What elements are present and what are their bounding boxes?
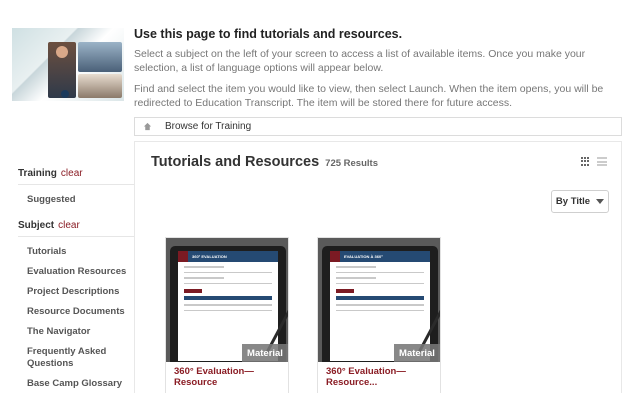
material-badge: Material [394,344,440,362]
results-title-text: Tutorials and Resources [151,154,320,170]
sidebar-item-suggested[interactable]: Suggested [27,194,134,206]
card-thumbnail: 360° EVALUATION Material [166,238,288,362]
breadcrumb-label[interactable]: Browse for Training [165,121,251,132]
sidebar-item-base-camp-glossary[interactable]: Base Camp Glossary [27,378,134,390]
intro-paragraph-2: Find and select the item you would like … [134,83,604,109]
sidebar-item-faq[interactable]: Frequently Asked Questions [27,346,134,370]
training-heading-label: Training [18,168,57,179]
card-thumbnail: EVALUATION À 360° Material [318,238,440,362]
subject-heading-label: Subject [18,220,55,231]
results-panel: Tutorials and Resources 725 Results By T… [134,141,622,393]
subject-filter-heading: Subject clear [18,220,134,237]
sidebar-item-evaluation-resources[interactable]: Evaluation Resources [27,266,134,278]
sidebar-item-project-descriptions[interactable]: Project Descriptions [27,286,134,298]
card-title[interactable]: 360° Evaluation—Resource [166,362,288,392]
home-icon[interactable] [135,122,159,131]
resource-card[interactable]: EVALUATION À 360° Material 360° Evaluati… [317,237,441,393]
toastmasters-logo [61,90,69,98]
intro-paragraph-1: Select a subject on the left of your scr… [134,48,586,74]
subject-clear-link[interactable]: clear [58,220,80,231]
list-view-icon[interactable] [597,157,607,166]
training-filter-heading: Training clear [18,168,134,185]
results-count: 725 Results [325,158,378,169]
card-title[interactable]: 360° Evaluation—Resource... [318,362,440,392]
sidebar-item-the-navigator[interactable]: The Navigator [27,326,134,338]
results-title: Tutorials and Resources 725 Results [151,154,378,170]
sidebar-item-resource-documents[interactable]: Resource Documents [27,306,134,318]
training-clear-link[interactable]: clear [61,168,83,179]
sort-label: By Title [555,196,591,207]
chevron-down-icon [596,199,605,204]
breadcrumb: Browse for Training [134,117,622,136]
filter-sidebar: Training clear Suggested Subject clear Tut… [18,168,134,393]
screen-heading: EVALUATION À 360° [344,254,383,259]
sidebar-item-tutorials[interactable]: Tutorials [27,246,134,258]
resource-card[interactable]: 360° EVALUATION Material 360° Evaluation… [165,237,289,393]
sort-dropdown[interactable]: By Title [551,190,609,213]
material-badge: Material [242,344,288,362]
screen-heading: 360° EVALUATION [192,254,227,259]
intro-section: Use this page to find tutorials and reso… [134,27,624,117]
page-heading: Use this page to find tutorials and reso… [134,27,403,41]
view-toggle [581,157,607,166]
grid-view-icon[interactable] [581,157,591,166]
